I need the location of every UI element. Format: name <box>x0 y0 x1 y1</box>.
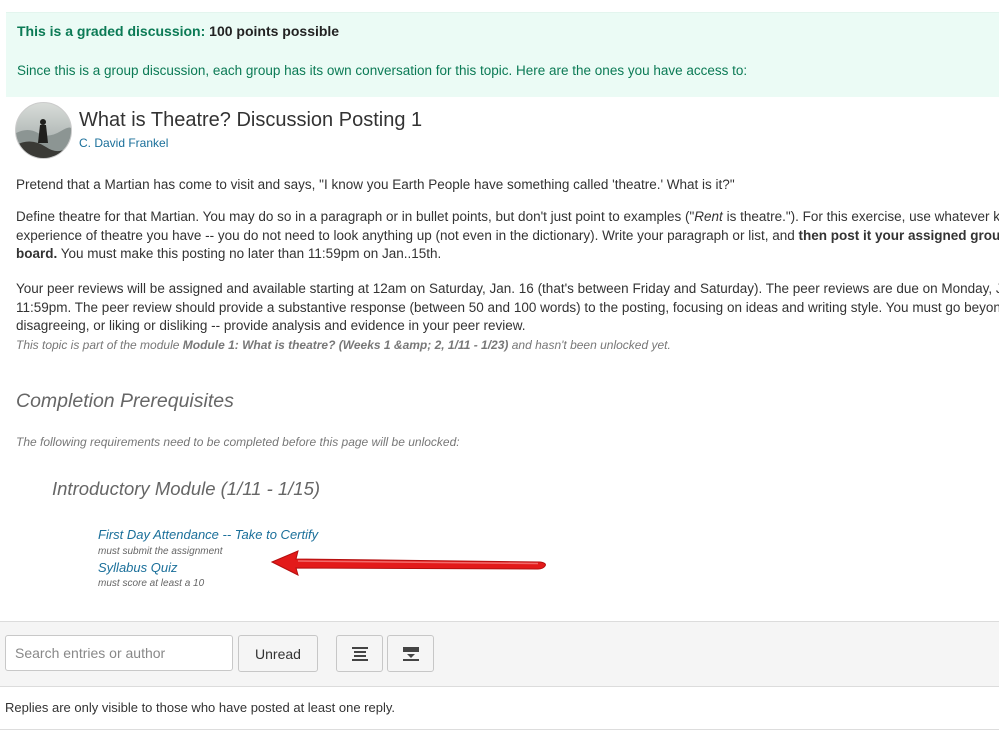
rent-emphasis: Rent <box>694 209 723 224</box>
post-instruction-bold: then post it your assigned grou <box>798 227 999 243</box>
topic-title: What is Theatre? Discussion Posting 1 <box>79 109 423 131</box>
search-entries-input[interactable] <box>5 635 233 671</box>
collapse-icon <box>402 646 419 661</box>
prerequisite-link-syllabus-quiz[interactable]: Syllabus Quiz <box>98 560 177 575</box>
divider <box>0 729 999 730</box>
graded-discussion-banner: This is a graded discussion: 100 points … <box>6 12 999 97</box>
expand-icon <box>351 646 368 661</box>
group-discussion-note: Since this is a group discussion, each g… <box>17 63 748 78</box>
prerequisite-module-heading: Introductory Module (1/11 - 1/15) <box>52 478 321 499</box>
prompt-paragraph-2: Define theatre for that Martian. You may… <box>16 208 999 264</box>
paragraph-3-line-2: 11:59pm. The peer review should provide … <box>16 299 999 315</box>
prerequisites-heading: Completion Prerequisites <box>16 390 234 412</box>
graded-title: This is a graded discussion: 100 points … <box>17 23 339 39</box>
prerequisite-requirement: must score at least a 10 <box>98 578 205 589</box>
red-arrow-annotation <box>270 550 546 576</box>
module-lock-note: This topic is part of the module Module … <box>16 338 671 352</box>
paragraph-2-line-1: Define theatre for that Martian. You may… <box>16 209 999 224</box>
avatar-image <box>16 103 71 158</box>
replies-visibility-note: Replies are only visible to those who ha… <box>5 700 395 715</box>
module-name: Module 1: What is theatre? (Weeks 1 &amp… <box>182 338 509 352</box>
paragraph-2-line-3: board. You must make this posting no lat… <box>16 246 442 261</box>
collapse-threads-button[interactable] <box>387 635 434 672</box>
paragraph-3-line-3: disagreeing, or liking or disliking -- p… <box>16 318 526 333</box>
prerequisite-requirement: must submit the assignment <box>98 546 223 557</box>
prerequisites-subtext: The following requirements need to be co… <box>16 435 460 449</box>
paragraph-3-line-1: Your peer reviews will be assigned and a… <box>16 281 999 296</box>
expand-threads-button[interactable] <box>336 635 383 672</box>
prompt-paragraph-3: Your peer reviews will be assigned and a… <box>16 280 999 336</box>
prerequisite-link-attendance[interactable]: First Day Attendance -- Take to Certify <box>98 527 318 542</box>
discussion-toolbar: Unread <box>0 621 999 687</box>
author-link[interactable]: C. David Frankel <box>79 136 168 150</box>
prompt-paragraph-1: Pretend that a Martian has come to visit… <box>16 177 735 192</box>
graded-label: This is a graded discussion: <box>17 23 206 39</box>
points-possible: 100 points possible <box>209 23 340 39</box>
author-avatar[interactable] <box>15 102 72 159</box>
paragraph-2-line-2: experience of theatre you have -- you do… <box>16 227 999 243</box>
unread-label: Unread <box>255 645 301 662</box>
unread-filter-button[interactable]: Unread <box>238 635 318 672</box>
